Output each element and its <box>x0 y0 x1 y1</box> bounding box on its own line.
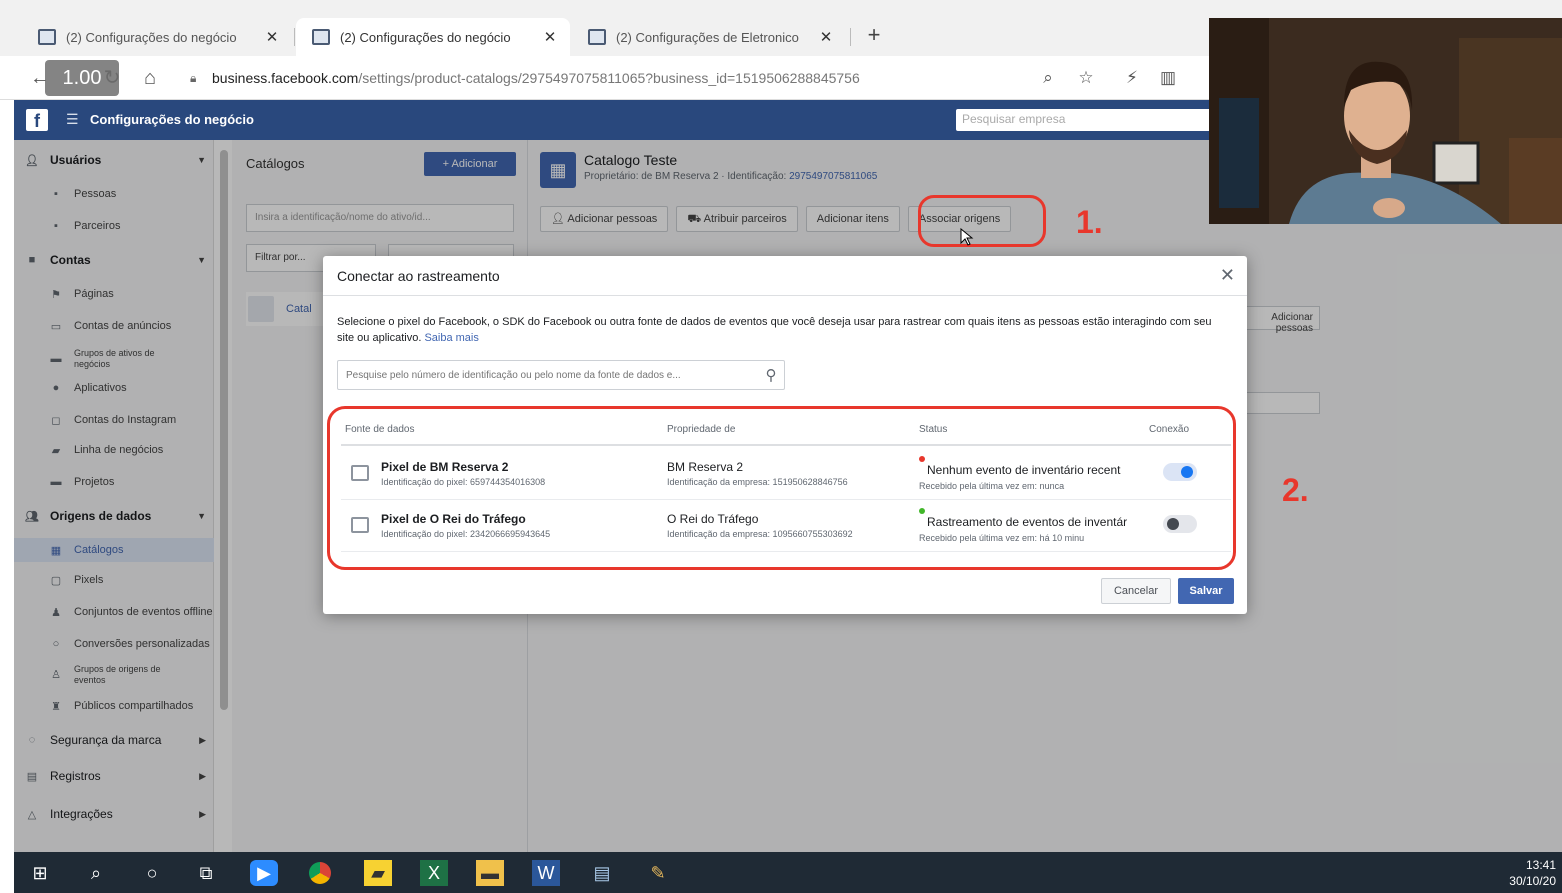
browser-tab-2[interactable]: (2) Configurações do negócio ✕ <box>296 18 570 56</box>
page-title: Configurações do negócio <box>90 112 254 127</box>
close-tab-icon[interactable]: ✕ <box>264 28 280 46</box>
mouse-cursor-icon <box>960 228 974 246</box>
facebook-tab-icon <box>588 29 606 45</box>
file-explorer-icon[interactable]: ▬ <box>476 860 504 886</box>
excel-icon[interactable]: X <box>420 860 448 886</box>
bookmark-star-icon[interactable]: ☆ <box>1074 66 1098 90</box>
tab-separator <box>850 28 851 46</box>
windows-start-icon[interactable]: ⊞ <box>26 860 54 886</box>
facebook-tab-icon <box>38 29 56 45</box>
facebook-tab-icon <box>312 29 330 45</box>
paint-icon[interactable]: ✎ <box>644 860 672 886</box>
url-path: /settings/product-catalogs/2975497075811… <box>358 70 860 86</box>
close-tab-icon[interactable]: ✕ <box>818 28 834 46</box>
notepad-icon[interactable]: ▤ <box>588 860 616 886</box>
zoom-app-icon[interactable]: ▶ <box>250 860 278 886</box>
close-tab-icon[interactable]: ✕ <box>542 28 558 46</box>
lock-icon: 🔒︎ <box>190 70 197 85</box>
cortana-icon[interactable]: ○ <box>138 860 166 886</box>
search-icon[interactable]: ⚲ <box>758 366 784 384</box>
browser-tab-label: (2) Configurações de Eletronico <box>616 29 799 45</box>
close-icon[interactable]: ✕ <box>1220 265 1235 286</box>
url-host: business.facebook.com <box>212 70 359 86</box>
browser-tab-label: (2) Configurações do negócio <box>66 29 237 45</box>
browser-tab-3[interactable]: (2) Configurações de Eletronico ✕ <box>572 18 846 56</box>
webcam-video-overlay <box>1209 18 1562 224</box>
dialog-header: Conectar ao rastreamento ✕ <box>323 256 1247 296</box>
hamburger-menu-icon[interactable]: ☰ <box>66 111 79 128</box>
reader-mode-icon[interactable]: ▥ <box>1156 66 1180 90</box>
save-button[interactable]: Salvar <box>1178 578 1234 604</box>
windows-taskbar: ⊞ ⌕ ○ ⧉ ▶ ▰ X ▬ W ▤ ✎ 13:41 30/10/20 <box>14 852 1562 893</box>
home-icon[interactable]: ⌂ <box>136 64 164 92</box>
business-search-input[interactable]: Pesquisar empresa <box>956 109 1216 131</box>
plus-icon[interactable]: + <box>862 22 886 48</box>
annotation-step-1: 1. <box>1076 204 1103 240</box>
extension-icon[interactable]: ⚡︎ <box>1120 66 1144 90</box>
learn-more-link[interactable]: Saiba mais <box>424 332 478 344</box>
chrome-icon[interactable] <box>306 860 334 886</box>
sticky-notes-icon[interactable]: ▰ <box>364 860 392 886</box>
playback-speed-badge: 1.00 <box>45 60 119 96</box>
data-source-search-input[interactable] <box>338 362 758 388</box>
dialog-description: Selecione o pixel do Facebook, o SDK do … <box>337 316 1212 344</box>
tab-separator <box>294 28 295 46</box>
facebook-logo-icon[interactable]: f <box>26 109 48 131</box>
zoom-magnifier-icon[interactable]: ⌕ <box>1036 66 1060 90</box>
clock-time: 13:41 <box>1525 858 1556 872</box>
data-source-search: ⚲ <box>337 360 785 390</box>
system-clock[interactable]: 13:41 30/10/20 <box>1509 857 1556 889</box>
clock-date: 30/10/20 <box>1509 874 1556 888</box>
task-view-icon[interactable]: ⧉ <box>192 860 220 886</box>
annotation-highlight-associate <box>918 195 1046 247</box>
word-icon[interactable]: W <box>532 860 560 886</box>
annotation-step-2: 2. <box>1282 472 1309 508</box>
dialog-title: Conectar ao rastreamento <box>337 268 500 284</box>
browser-tab-label: (2) Configurações do negócio <box>340 29 511 45</box>
browser-tab-1[interactable]: (2) Configurações do negócio ✕ <box>22 18 292 56</box>
cancel-button[interactable]: Cancelar <box>1101 578 1171 604</box>
search-icon[interactable]: ⌕ <box>82 860 110 886</box>
presenter-video-image <box>1209 18 1562 224</box>
annotation-highlight-table <box>327 406 1236 570</box>
